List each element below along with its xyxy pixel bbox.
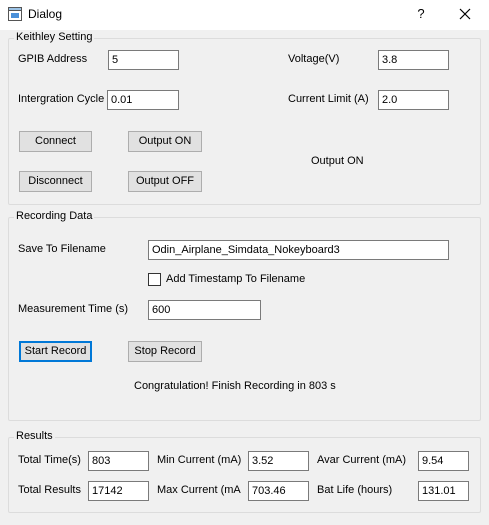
close-icon[interactable] [452, 3, 478, 25]
output-off-button[interactable]: Output OFF [128, 171, 202, 192]
max-current-label: Max Current (mA [157, 484, 241, 496]
stop-record-button[interactable]: Stop Record [128, 341, 202, 362]
bat-life-field[interactable] [418, 481, 469, 501]
integration-cycle-label: Intergration Cycle [18, 93, 105, 105]
save-filename-label: Save To Filename [18, 243, 106, 255]
gpib-address-label: GPIB Address [18, 53, 88, 65]
recording-status-label: Congratulation! Finish Recording in 803 … [134, 380, 336, 392]
output-on-button[interactable]: Output ON [128, 131, 202, 152]
keithley-setting-legend: Keithley Setting [14, 31, 95, 43]
voltage-label: Voltage(V) [288, 53, 340, 65]
max-current-field[interactable] [248, 481, 309, 501]
disconnect-button[interactable]: Disconnect [19, 171, 92, 192]
timestamp-label: Add Timestamp To Filename [166, 273, 306, 285]
filename-input[interactable] [148, 240, 449, 260]
timestamp-checkbox[interactable] [148, 273, 161, 286]
total-time-label: Total Time(s) [18, 454, 81, 466]
output-status-label: Output ON [311, 155, 364, 167]
results-legend: Results [14, 430, 55, 442]
total-time-field[interactable] [88, 451, 149, 471]
window-title: Dialog [28, 7, 63, 21]
integration-cycle-input[interactable] [107, 90, 179, 110]
avar-current-field[interactable] [418, 451, 469, 471]
window-app-icon [8, 7, 22, 21]
avar-current-label: Avar Current (mA) [317, 454, 407, 466]
min-current-field[interactable] [248, 451, 309, 471]
current-limit-label: Current Limit (A) [288, 93, 369, 105]
bat-life-label: Bat Life (hours) [317, 484, 393, 496]
connect-button[interactable]: Connect [19, 131, 92, 152]
gpib-address-input[interactable] [108, 50, 179, 70]
total-results-field[interactable] [88, 481, 149, 501]
help-button[interactable]: ? [410, 3, 432, 25]
recording-data-legend: Recording Data [14, 210, 95, 222]
measurement-time-input[interactable] [148, 300, 261, 320]
results-group [8, 437, 481, 513]
voltage-input[interactable] [378, 50, 449, 70]
start-record-button[interactable]: Start Record [19, 341, 92, 362]
current-limit-input[interactable] [378, 90, 449, 110]
measurement-time-label: Measurement Time (s) [18, 303, 129, 315]
total-results-label: Total Results [18, 484, 81, 496]
min-current-label: Min Current (mA) [157, 454, 242, 466]
